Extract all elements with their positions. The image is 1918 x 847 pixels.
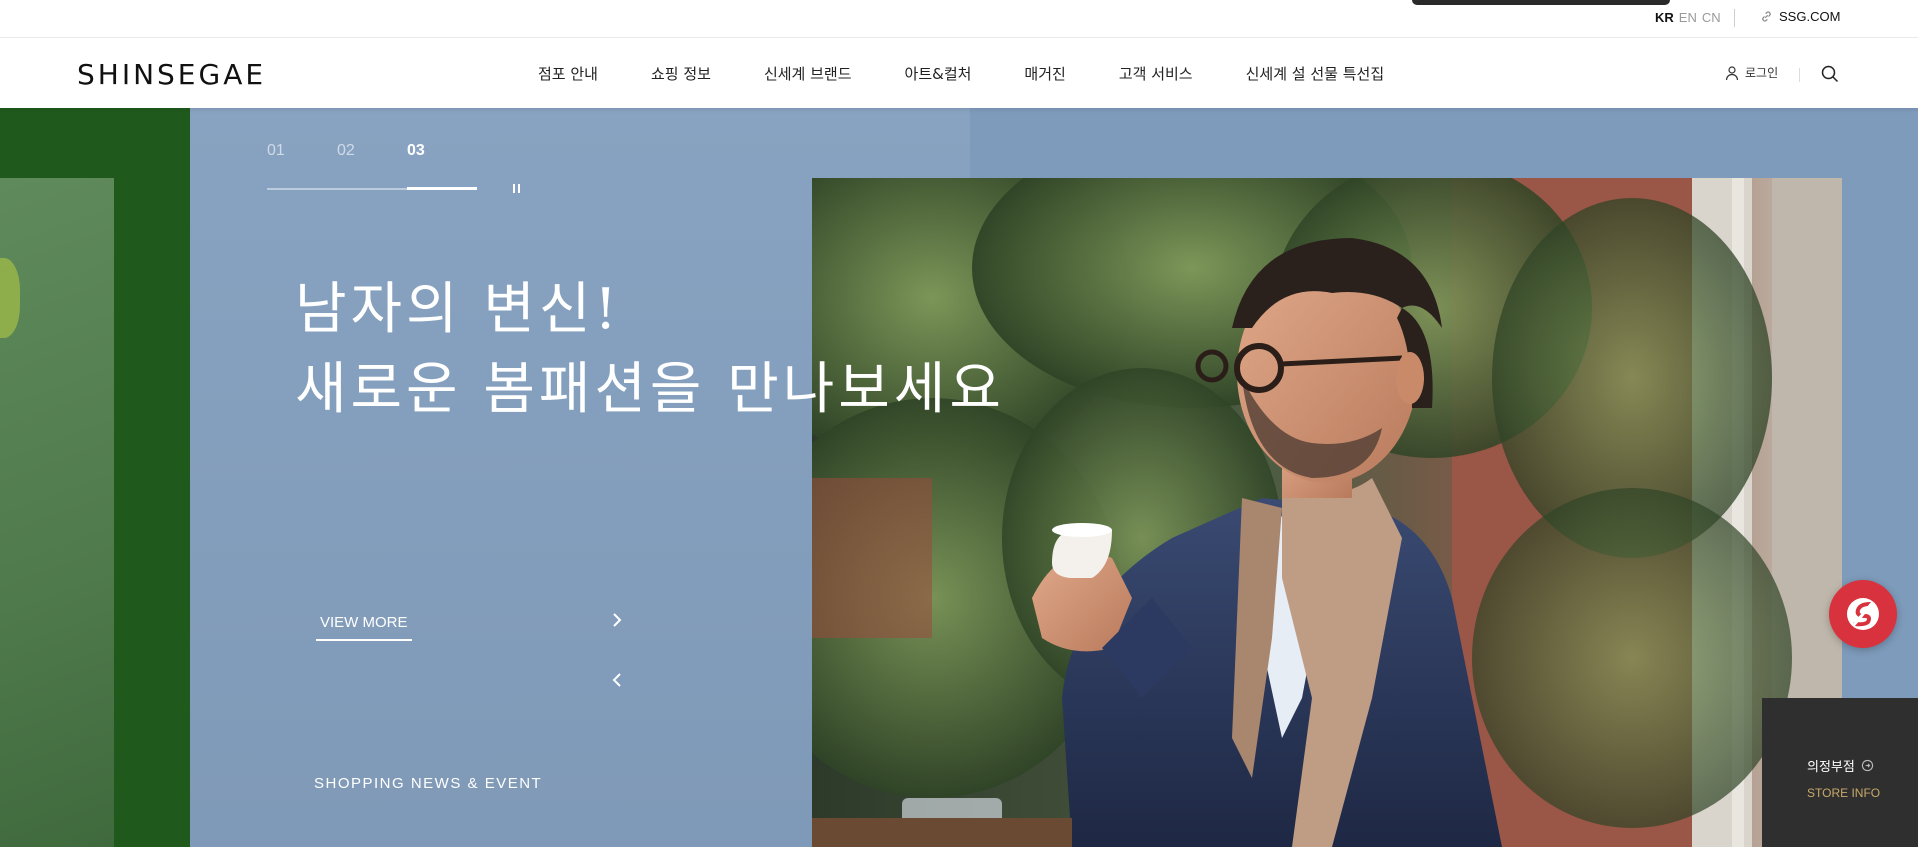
pause-icon — [512, 183, 515, 193]
store-info-link[interactable]: STORE INFO — [1807, 786, 1880, 800]
hero-carousel: 01 02 03 남자의 변신! 새로운 봄패션을 만나보세요 VIEW MOR… — [0, 108, 1918, 847]
search-icon — [1821, 65, 1839, 83]
pause-icon — [517, 183, 520, 193]
divider — [1734, 9, 1735, 27]
lang-cn[interactable]: CN — [1702, 10, 1721, 25]
store-info-panel: 의정부점 STORE INFO — [1762, 698, 1918, 847]
nav-gift-special[interactable]: 신세계 설 선물 특선집 — [1246, 63, 1385, 84]
utility-bar: KR EN CN SSG.COM — [0, 0, 1918, 38]
lang-kr[interactable]: KR — [1655, 10, 1674, 25]
nav-shopping-info[interactable]: 쇼핑 정보 — [651, 63, 711, 84]
site-logo[interactable]: SHINSEGAE — [77, 58, 266, 91]
slide-pager: 01 02 03 — [267, 142, 477, 160]
next-slide-button[interactable] — [608, 610, 626, 630]
ssg-link-label: SSG.COM — [1779, 9, 1841, 24]
view-more-link[interactable]: VIEW MORE — [316, 614, 412, 641]
chevron-right-icon — [613, 613, 622, 627]
previous-slide-image — [0, 178, 114, 847]
section-label: SHOPPING NEWS & EVENT — [314, 775, 543, 792]
pager-03[interactable]: 03 — [407, 142, 477, 160]
login-button[interactable]: 로그인 — [1724, 64, 1778, 81]
login-label: 로그인 — [1745, 66, 1779, 80]
nav-customer-service[interactable]: 고객 서비스 — [1119, 63, 1193, 84]
global-nav: 점포 안내 쇼핑 정보 신세계 브랜드 아트&컬처 매거진 고객 서비스 신세계… — [538, 63, 1437, 84]
chevron-left-icon — [612, 673, 621, 687]
language-switcher: KR EN CN — [1655, 10, 1721, 25]
decorative-shape — [0, 258, 20, 338]
store-name: 의정부점 — [1807, 760, 1855, 775]
pager-01[interactable]: 01 — [267, 142, 337, 160]
nav-store-guide[interactable]: 점포 안내 — [538, 63, 598, 84]
lang-en[interactable]: EN — [1679, 10, 1697, 25]
prev-slide-button[interactable] — [608, 670, 626, 690]
link-icon — [1762, 11, 1771, 22]
nav-magazine[interactable]: 매거진 — [1024, 63, 1065, 84]
nav-brands[interactable]: 신세계 브랜드 — [764, 63, 852, 84]
pause-button[interactable] — [509, 180, 523, 196]
floating-ssg-button[interactable] — [1829, 580, 1897, 648]
hero-title-line2: 새로운 봄패션을 만나보세요 — [295, 357, 1005, 422]
hero-title: 남자의 변신! 새로운 봄패션을 만나보세요 — [295, 270, 1005, 430]
pager-progress-fill — [407, 187, 477, 190]
pager-02[interactable]: 02 — [337, 142, 407, 160]
search-button[interactable] — [1820, 64, 1840, 84]
popup-tab[interactable] — [1412, 0, 1670, 5]
divider — [1799, 68, 1800, 82]
nav-art-culture[interactable]: 아트&컬처 — [905, 63, 972, 84]
circle-arrow-icon — [1861, 759, 1874, 772]
previous-slide-peek[interactable] — [0, 108, 190, 847]
store-selector[interactable]: 의정부점 — [1807, 756, 1874, 775]
ssg-logo-icon — [1847, 598, 1879, 630]
main-header: SHINSEGAE 점포 안내 쇼핑 정보 신세계 브랜드 아트&컬처 매거진 … — [0, 38, 1918, 108]
ssg-link[interactable]: SSG.COM — [1760, 9, 1840, 24]
user-icon — [1725, 65, 1739, 80]
hero-title-line1: 남자의 변신! — [295, 277, 621, 342]
